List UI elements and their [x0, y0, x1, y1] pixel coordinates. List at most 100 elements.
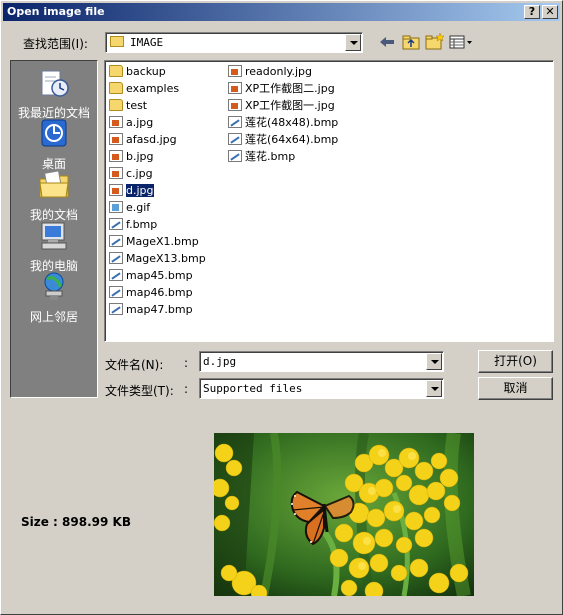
file-name: b.jpg [126, 150, 154, 163]
filetype-value: Supported files [203, 382, 303, 395]
look-in-value: IMAGE [130, 36, 164, 49]
colon: : [184, 356, 189, 370]
places-bar: 我最近的文档 桌面 我的文档 我的电脑 网上邻居 [10, 60, 98, 398]
window-title: Open image file [7, 5, 105, 18]
file-name: test [126, 99, 148, 112]
file-item[interactable]: afasd.jpg [109, 132, 177, 148]
jpg-file-icon [109, 167, 123, 179]
filetype-combo[interactable]: Supported files [199, 378, 444, 399]
jpg-file-icon [228, 99, 242, 111]
view-menu-icon[interactable] [449, 35, 473, 49]
help-button[interactable]: ? [524, 5, 540, 19]
bmp-file-icon [109, 218, 123, 230]
filetype-label: 文件类型(T): [105, 384, 174, 398]
new-folder-icon[interactable] [425, 32, 445, 50]
jpg-file-icon [228, 65, 242, 77]
file-list[interactable]: backup examples test a.jpg afasd.jpg b.jpg c.j… [104, 60, 554, 342]
desktop-icon [41, 119, 67, 147]
file-name: map47.bmp [126, 303, 193, 316]
file-item[interactable]: b.jpg [109, 149, 154, 165]
file-item[interactable]: MageX1.bmp [109, 234, 199, 250]
place-my-documents[interactable]: 我的文档 [11, 169, 97, 223]
file-name: XP工作截图二.jpg [245, 82, 335, 95]
file-name: MageX1.bmp [126, 235, 199, 248]
bmp-file-icon [228, 150, 242, 162]
bmp-file-icon [228, 116, 242, 128]
bmp-file-icon [109, 286, 123, 298]
gif-file-icon [109, 201, 123, 213]
file-item[interactable]: 莲花(48x48).bmp [228, 115, 338, 131]
open-button[interactable]: 打开(O) [478, 350, 553, 373]
file-size-text: Size : 898.99 KB [21, 515, 131, 529]
file-item[interactable]: backup [109, 64, 166, 80]
folder-icon [109, 99, 123, 111]
file-item[interactable]: map46.bmp [109, 285, 193, 301]
look-in-dropdown-arrow[interactable] [345, 34, 361, 51]
file-name: examples [126, 82, 180, 95]
file-item[interactable]: XP工作截图一.jpg [228, 98, 335, 114]
file-name: f.bmp [126, 218, 158, 231]
bmp-file-icon [109, 269, 123, 281]
file-item[interactable]: examples [109, 81, 179, 97]
filename-label: 文件名(N): [105, 358, 164, 372]
file-name: 莲花(48x48).bmp [245, 116, 339, 129]
place-label: 网上邻居 [29, 310, 78, 324]
file-name: backup [126, 65, 166, 78]
file-item[interactable]: map47.bmp [109, 302, 193, 318]
colon: : [184, 382, 189, 396]
filename-combo[interactable]: d.jpg [199, 351, 444, 372]
place-desktop[interactable]: 桌面 [11, 118, 97, 172]
file-name: 莲花.bmp [245, 150, 296, 163]
place-recent[interactable]: 我最近的文档 [11, 67, 97, 121]
file-item[interactable]: 莲花(64x64).bmp [228, 132, 338, 148]
recent-documents-icon [41, 70, 69, 97]
file-name: map46.bmp [126, 286, 193, 299]
place-my-computer[interactable]: 我的电脑 [11, 220, 97, 274]
file-name: e.gif [126, 201, 151, 214]
look-in-combo[interactable]: IMAGE [105, 32, 363, 53]
file-item[interactable]: 莲花.bmp [228, 149, 295, 165]
file-item[interactable]: map45.bmp [109, 268, 193, 284]
open-image-dialog: Open image file ? ✕ 查找范围(I): IMAGE 我最近的文… [0, 0, 563, 615]
folder-icon [110, 36, 124, 47]
jpg-file-icon [109, 184, 123, 196]
file-item[interactable]: e.gif [109, 200, 150, 216]
filename-dropdown-arrow[interactable] [426, 353, 442, 370]
back-icon[interactable] [379, 35, 395, 49]
bmp-file-icon [109, 252, 123, 264]
filename-input[interactable]: d.jpg [203, 355, 236, 368]
file-item[interactable]: test [109, 98, 147, 114]
filetype-dropdown-arrow[interactable] [426, 380, 442, 397]
my-computer-icon [41, 222, 67, 250]
jpg-file-icon [228, 82, 242, 94]
file-name: MageX13.bmp [126, 252, 206, 265]
title-bar: Open image file ? ✕ [3, 3, 560, 21]
up-folder-icon[interactable] [402, 34, 420, 50]
network-places-icon [44, 272, 64, 300]
file-name: XP工作截图一.jpg [245, 99, 335, 112]
folder-icon [109, 82, 123, 94]
file-item[interactable]: readonly.jpg [228, 64, 312, 80]
cancel-button[interactable]: 取消 [478, 377, 553, 400]
file-name: readonly.jpg [245, 65, 312, 78]
close-button[interactable]: ✕ [542, 5, 558, 19]
bmp-file-icon [228, 133, 242, 145]
jpg-file-icon [109, 133, 123, 145]
image-preview [214, 433, 474, 596]
bmp-file-icon [109, 235, 123, 247]
look-in-label: 查找范围(I): [23, 37, 88, 51]
file-item[interactable]: a.jpg [109, 115, 153, 131]
file-item[interactable]: f.bmp [109, 217, 157, 233]
jpg-file-icon [109, 150, 123, 162]
file-name: afasd.jpg [126, 133, 177, 146]
place-network[interactable]: 网上邻居 [11, 271, 97, 325]
file-item[interactable]: MageX13.bmp [109, 251, 206, 267]
file-name: map45.bmp [126, 269, 193, 282]
file-name: 莲花(64x64).bmp [245, 133, 339, 146]
file-item[interactable]: XP工作截图二.jpg [228, 81, 335, 97]
file-name: d.jpg [125, 183, 155, 198]
file-item[interactable]: c.jpg [109, 166, 153, 182]
file-item[interactable]: d.jpg [109, 183, 155, 199]
file-name: c.jpg [126, 167, 153, 180]
my-documents-icon [39, 170, 69, 198]
